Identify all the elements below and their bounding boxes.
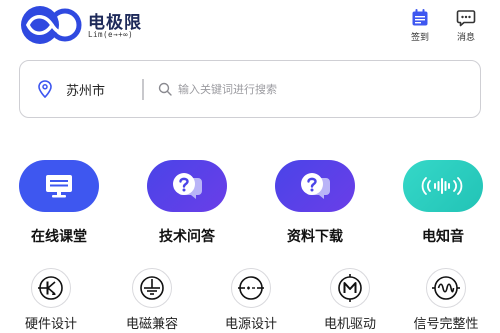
monitor-icon — [46, 175, 72, 198]
messages-button[interactable]: 消息 — [449, 8, 483, 46]
tool-emc[interactable]: 电磁兼容 — [106, 268, 198, 332]
signin-button[interactable]: 签到 — [403, 8, 437, 46]
message-icon — [456, 10, 476, 27]
feature-downloads[interactable]: 资料下载 — [265, 160, 365, 246]
ground-symbol-icon — [140, 276, 164, 300]
tool-icon-circle — [330, 268, 370, 308]
city-selector[interactable]: 苏州市 — [66, 80, 105, 99]
tool-label: 硬件设计 — [24, 317, 77, 332]
calendar-check-icon — [412, 9, 428, 26]
feature-label: 技术问答 — [159, 229, 215, 245]
app-header: 电极限 Lim(e→+∞) 签到 消息 — [0, 0, 500, 52]
tool-signal-integrity[interactable]: 信号完整性 — [400, 268, 492, 332]
feature-pill — [275, 160, 355, 212]
question-bubble-icon — [301, 173, 330, 199]
signin-label: 签到 — [410, 33, 429, 43]
motor-symbol-icon — [338, 274, 362, 302]
audio-wave-icon — [421, 177, 463, 195]
battery-symbol-icon — [238, 276, 264, 300]
diode-symbol-icon — [38, 276, 63, 300]
feature-label: 资料下载 — [287, 229, 343, 245]
feature-label: 电知音 — [422, 229, 464, 245]
tool-motor-drive[interactable]: 电机驱动 — [304, 268, 396, 332]
feature-online-class[interactable]: 在线课堂 — [9, 160, 109, 246]
search-icon — [158, 82, 172, 96]
tool-label: 电源设计 — [224, 317, 277, 332]
tool-hardware-design[interactable]: 硬件设计 — [5, 268, 97, 332]
feature-pill — [403, 160, 483, 212]
question-bubble-icon — [173, 173, 202, 199]
tool-label: 电磁兼容 — [125, 317, 178, 332]
brand-slogan: Lim(e→+∞) — [88, 30, 134, 39]
brand-logo-icon — [21, 6, 82, 44]
feature-pill — [19, 160, 99, 212]
search-input[interactable] — [178, 77, 468, 101]
tool-icon-circle — [231, 268, 271, 308]
tool-icon-circle — [426, 268, 466, 308]
tool-icon-circle — [31, 268, 71, 308]
search-card: 苏州市 — [19, 60, 481, 118]
location-pin-icon — [38, 80, 52, 98]
feature-tech-qa[interactable]: 技术问答 — [137, 160, 237, 246]
tool-label: 信号完整性 — [413, 317, 479, 332]
signal-wave-icon — [432, 276, 460, 300]
feature-pill — [147, 160, 227, 212]
feature-dianzhiyin[interactable]: 电知音 — [393, 160, 493, 246]
search-divider — [142, 79, 144, 100]
tool-icon-circle — [132, 268, 172, 308]
messages-label: 消息 — [456, 33, 475, 43]
tool-label: 电机驱动 — [323, 317, 376, 332]
feature-label: 在线课堂 — [31, 229, 87, 245]
tool-power-design[interactable]: 电源设计 — [205, 268, 297, 332]
